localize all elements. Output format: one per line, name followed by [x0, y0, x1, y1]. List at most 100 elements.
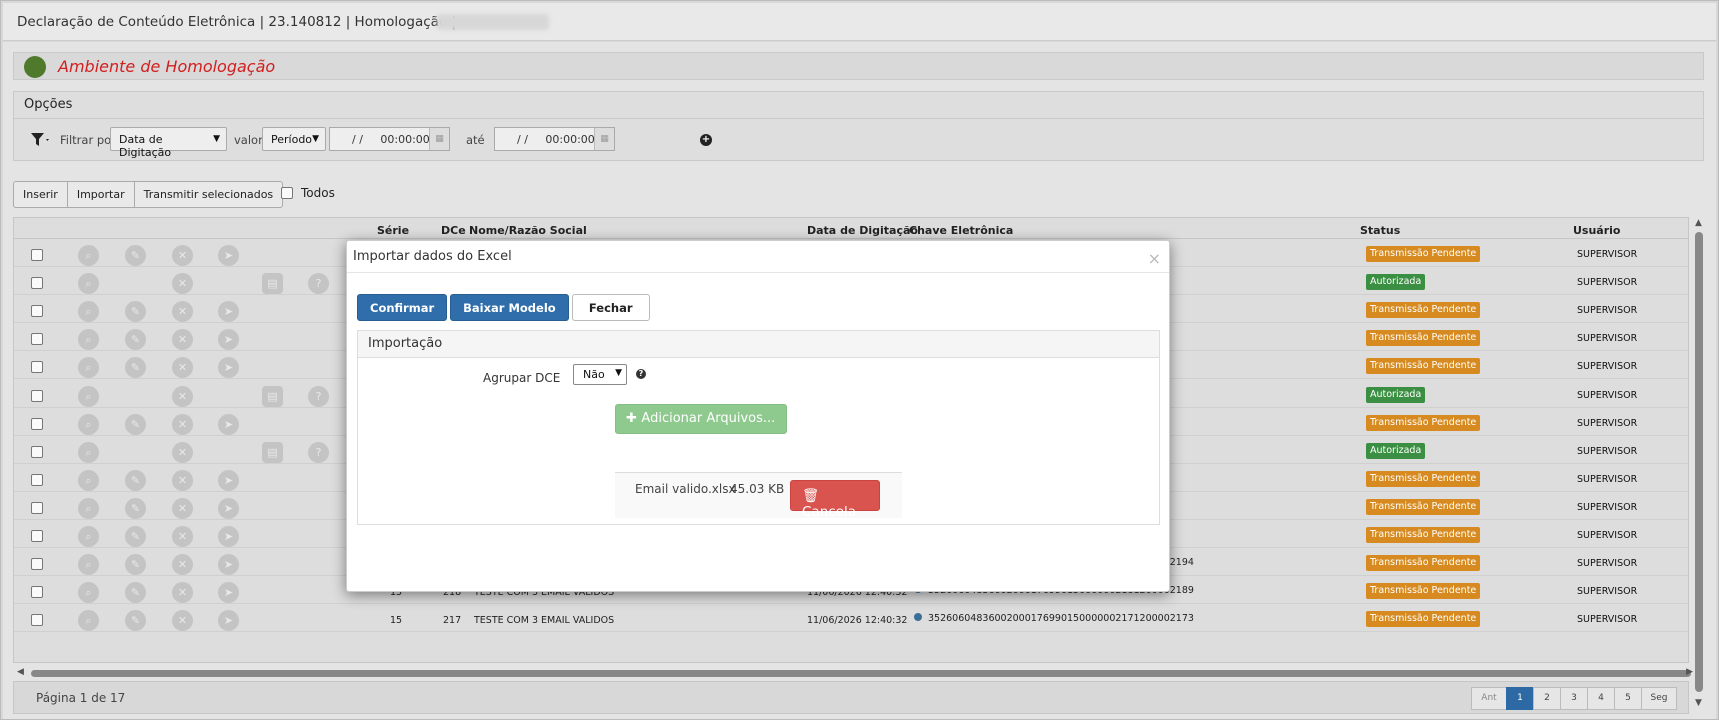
row-checkbox[interactable] — [31, 586, 43, 599]
col-status[interactable]: Status — [1360, 224, 1400, 237]
col-serie[interactable]: Série — [377, 224, 409, 237]
row-checkbox[interactable] — [31, 361, 43, 374]
row-checkbox[interactable] — [31, 530, 43, 542]
cancel-icon[interactable]: ✕ — [172, 273, 193, 295]
send-icon[interactable]: ➤ — [218, 357, 239, 379]
cancel-icon[interactable]: ✕ — [172, 441, 193, 463]
edit-icon[interactable]: ✎ — [125, 582, 146, 604]
info-icon[interactable]: ? — [308, 385, 329, 407]
confirm-button[interactable]: Confirmar — [357, 294, 448, 321]
view-icon[interactable]: ⌕ — [78, 497, 99, 519]
col-key[interactable]: Chave Eletrônica — [909, 224, 1013, 237]
page-1-button[interactable]: 1 — [1506, 687, 1534, 710]
import-button[interactable]: Importar — [66, 181, 135, 208]
page-4-button[interactable]: 4 — [1587, 687, 1615, 710]
view-icon[interactable]: ⌕ — [78, 329, 99, 351]
vertical-scrollbar[interactable]: ▲ ▼ — [1692, 217, 1706, 709]
value-field-select[interactable]: Período ▼ — [262, 127, 326, 151]
send-icon[interactable]: ➤ — [218, 245, 239, 266]
cancel-icon[interactable]: ✕ — [172, 329, 193, 351]
print-icon[interactable]: ▤ — [262, 385, 283, 407]
row-checkbox[interactable] — [31, 333, 43, 346]
scroll-down-icon[interactable]: ▼ — [1695, 698, 1702, 708]
vertical-scroll-thumb[interactable] — [1695, 232, 1703, 692]
page-5-button[interactable]: 5 — [1614, 687, 1642, 710]
view-icon[interactable]: ⌕ — [78, 273, 99, 295]
view-icon[interactable]: ⌕ — [78, 357, 99, 379]
col-name[interactable]: Nome/Razão Social — [469, 224, 587, 237]
close-icon[interactable]: × — [1148, 249, 1161, 268]
download-model-button[interactable]: Baixar Modelo — [450, 294, 569, 321]
row-checkbox[interactable] — [31, 417, 43, 430]
scroll-left-icon[interactable]: ◀ — [17, 667, 24, 677]
view-icon[interactable]: ⌕ — [78, 554, 99, 576]
row-checkbox[interactable] — [31, 389, 43, 402]
view-icon[interactable]: ⌕ — [78, 301, 99, 323]
row-checkbox[interactable] — [31, 277, 43, 290]
send-icon[interactable]: ➤ — [218, 610, 239, 632]
edit-icon[interactable]: ✎ — [125, 469, 146, 491]
info-icon[interactable]: ? — [308, 273, 329, 295]
filter-icon[interactable] — [30, 132, 52, 148]
date-to-input[interactable]: / / 00:00:00 ▦ — [494, 127, 615, 151]
edit-icon[interactable]: ✎ — [125, 329, 146, 351]
print-icon[interactable]: ▤ — [262, 441, 283, 463]
cancel-icon[interactable]: ✕ — [172, 497, 193, 519]
cancel-icon[interactable]: ✕ — [172, 301, 193, 323]
send-icon[interactable]: ➤ — [218, 497, 239, 519]
cancel-icon[interactable]: ✕ — [172, 357, 193, 379]
page-3-button[interactable]: 3 — [1560, 687, 1588, 710]
send-icon[interactable]: ➤ — [218, 526, 239, 547]
page-prev-button[interactable]: Ant — [1471, 687, 1507, 710]
cancel-icon[interactable]: ✕ — [172, 582, 193, 604]
scroll-up-icon[interactable]: ▲ — [1695, 218, 1702, 228]
col-user[interactable]: Usuário — [1573, 224, 1621, 237]
view-icon[interactable]: ⌕ — [78, 385, 99, 407]
cancel-icon[interactable]: ✕ — [172, 610, 193, 632]
view-icon[interactable]: ⌕ — [78, 469, 99, 491]
cancel-icon[interactable]: ✕ — [172, 469, 193, 491]
view-icon[interactable]: ⌕ — [78, 526, 99, 547]
insert-button[interactable]: Inserir — [13, 181, 68, 208]
filter-field-select[interactable]: Data de Digitação ▼ — [110, 127, 227, 159]
cancel-icon[interactable]: ✕ — [172, 413, 193, 435]
send-icon[interactable]: ➤ — [218, 582, 239, 604]
cancel-upload-button[interactable]: 🗑 Cancela — [790, 480, 880, 520]
edit-icon[interactable]: ✎ — [125, 301, 146, 323]
page-2-button[interactable]: 2 — [1533, 687, 1561, 710]
close-button[interactable]: Fechar — [571, 294, 650, 321]
view-icon[interactable]: ⌕ — [78, 582, 99, 604]
row-checkbox[interactable] — [31, 445, 43, 458]
info-icon[interactable]: ? — [308, 441, 329, 463]
edit-icon[interactable]: ✎ — [125, 357, 146, 379]
date-from-input[interactable]: / / 00:00:00 ▦ — [329, 127, 450, 151]
select-all-checkbox[interactable] — [281, 187, 293, 199]
edit-icon[interactable]: ✎ — [125, 554, 146, 576]
view-icon[interactable]: ⌕ — [78, 245, 99, 266]
group-dce-select[interactable]: Não ▼ — [573, 364, 627, 385]
edit-icon[interactable]: ✎ — [125, 413, 146, 435]
help-icon[interactable]: ? — [636, 369, 646, 379]
edit-icon[interactable]: ✎ — [125, 245, 146, 266]
send-icon[interactable]: ➤ — [218, 329, 239, 351]
cancel-icon[interactable]: ✕ — [172, 526, 193, 547]
cancel-icon[interactable]: ✕ — [172, 245, 193, 266]
col-date[interactable]: Data de Digitação — [807, 224, 918, 237]
row-checkbox[interactable] — [31, 501, 43, 514]
page-next-button[interactable]: Seg — [1641, 687, 1677, 710]
transmit-selected-button[interactable]: Transmitir selecionados — [133, 181, 284, 208]
cancel-icon[interactable]: ✕ — [172, 554, 193, 576]
edit-icon[interactable]: ✎ — [125, 526, 146, 547]
row-checkbox[interactable] — [31, 614, 43, 627]
view-icon[interactable]: ⌕ — [78, 413, 99, 435]
row-checkbox[interactable] — [31, 473, 43, 486]
view-icon[interactable]: ⌕ — [78, 441, 99, 463]
view-icon[interactable]: ⌕ — [78, 610, 99, 632]
send-icon[interactable]: ➤ — [218, 469, 239, 491]
horizontal-scrollbar[interactable]: ◀ ▶ — [15, 666, 1693, 678]
send-icon[interactable]: ➤ — [218, 413, 239, 435]
send-icon[interactable]: ➤ — [218, 554, 239, 576]
edit-icon[interactable]: ✎ — [125, 610, 146, 632]
calendar-icon[interactable]: ▦ — [594, 128, 614, 150]
edit-icon[interactable]: ✎ — [125, 497, 146, 519]
